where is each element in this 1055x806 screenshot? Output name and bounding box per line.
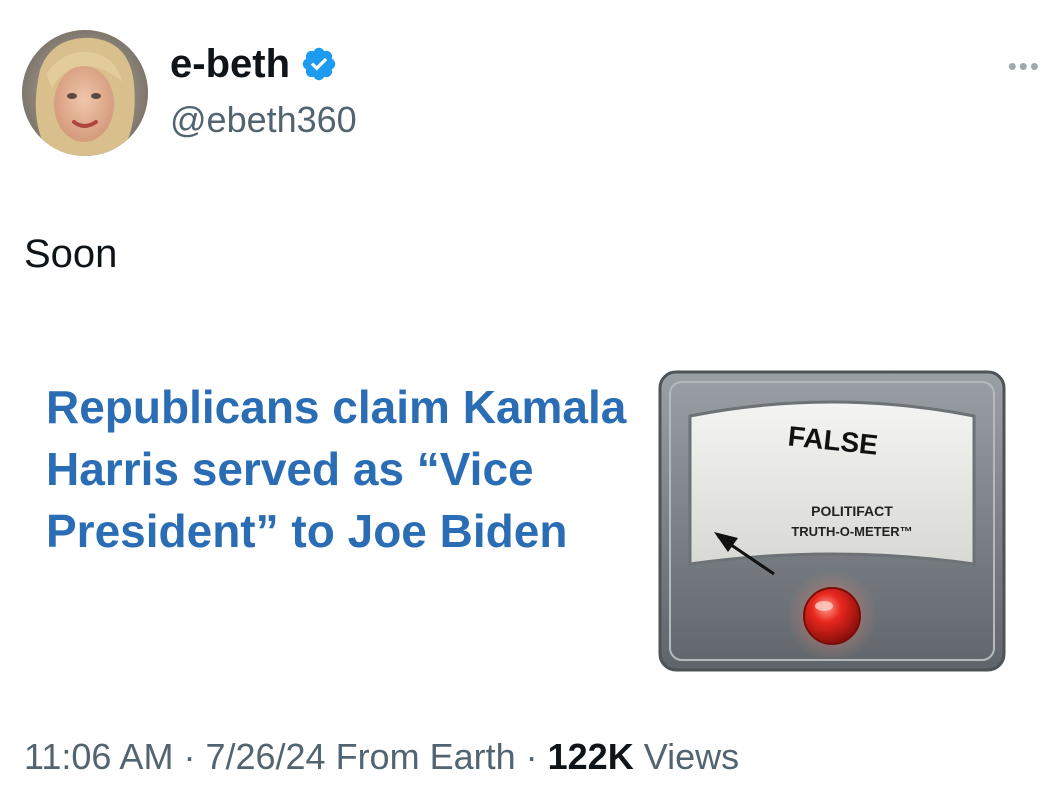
tweet-media[interactable]: Republicans claim Kamala Harris served a… [24, 350, 1034, 690]
profile-photo [22, 30, 148, 156]
tweet-text: Soon [24, 232, 118, 276]
tweet-time[interactable]: 11:06 AM [24, 736, 173, 777]
separator: · [173, 736, 206, 777]
separator: · [515, 736, 548, 777]
ellipsis-icon[interactable]: ••• [1008, 53, 1041, 79]
verified-badge-icon[interactable] [300, 45, 338, 83]
display-name[interactable]: e-beth [170, 40, 338, 88]
media-headline: Republicans claim Kamala Harris served a… [46, 381, 627, 557]
user-handle[interactable]: @ebeth360 [170, 98, 357, 142]
display-name-text[interactable]: e-beth [170, 40, 290, 88]
tweet-source: From Earth [335, 736, 516, 777]
tweet-date[interactable]: 7/26/24 [205, 736, 325, 777]
views-count[interactable]: 122K [548, 736, 634, 777]
avatar[interactable] [22, 30, 148, 156]
truth-o-meter-graphic: FALSE POLITIFACT TRUTH-O-METER™ [658, 370, 1006, 672]
tweet-footer: 11:06 AM · 7/26/24 From Earth · 122K Vie… [24, 735, 739, 779]
meter-brand: POLITIFACT [811, 503, 893, 519]
meter-brand-sub: TRUTH-O-METER™ [791, 524, 912, 539]
views-label: Views [643, 736, 740, 777]
